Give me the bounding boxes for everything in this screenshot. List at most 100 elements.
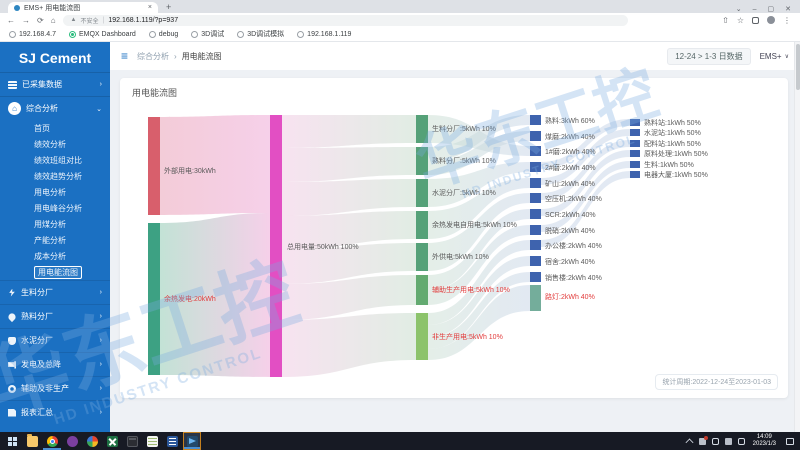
sankey-node-辅助生产用电[interactable] xyxy=(416,275,428,305)
sidebar-subitem-8[interactable]: 成本分析 xyxy=(0,248,110,264)
ems-app-icon[interactable] xyxy=(183,432,201,450)
sankey-node-2#磨[interactable] xyxy=(530,162,541,172)
hamburger-menu-icon[interactable]: ≡ xyxy=(121,49,128,63)
file-explorer-icon[interactable] xyxy=(23,432,41,450)
sankey-node-办公楼[interactable] xyxy=(530,240,541,250)
breadcrumb-parent[interactable]: 综合分析 xyxy=(137,51,169,62)
notepad-icon[interactable] xyxy=(143,432,161,450)
excel-icon[interactable] xyxy=(103,432,121,450)
url-text[interactable]: 192.168.1.119/?p=937 xyxy=(108,17,178,24)
tray-chat-icon[interactable] xyxy=(712,438,719,445)
sankey-node-外供电[interactable] xyxy=(416,243,428,271)
chrome-icon[interactable] xyxy=(43,432,61,450)
security-label[interactable]: 不安全 xyxy=(81,16,99,25)
bookmark-item[interactable]: 3D调试模拟 xyxy=(237,29,284,39)
sidebar-section-辅助及非生产[interactable]: 辅助及非生产› xyxy=(0,376,110,400)
sankey-node-总用电量[interactable] xyxy=(270,115,282,377)
sidebar-subitem-0[interactable]: 首页 xyxy=(0,120,110,136)
console-icon[interactable] xyxy=(123,432,141,450)
tab-search-icon[interactable] xyxy=(752,17,759,24)
bookmark-item[interactable]: 192.168.4.7 xyxy=(9,31,56,38)
sankey-node-水泥站[interactable] xyxy=(630,129,640,136)
window-maximize-icon[interactable]: ▢ xyxy=(768,5,775,13)
tab-close-icon[interactable]: × xyxy=(148,4,152,11)
tray-volume-icon[interactable] xyxy=(725,438,732,445)
sankey-node-电器大厦[interactable] xyxy=(630,171,640,178)
sidebar-item-collected-data[interactable]: 已采集数据 › xyxy=(0,72,110,96)
sankey-node-宿舍[interactable] xyxy=(530,256,541,266)
sidebar-subitem-1[interactable]: 绩效分析 xyxy=(0,136,110,152)
date-range-button[interactable]: 12-24 > 1-3 日数据 xyxy=(667,48,750,65)
sidebar-subitem-4[interactable]: 用电分析 xyxy=(0,184,110,200)
sidebar-section-水泥分厂[interactable]: 水泥分厂› xyxy=(0,328,110,352)
share-icon[interactable]: ⇧ xyxy=(722,16,729,25)
office-app-icon[interactable] xyxy=(163,432,181,450)
sankey-node-脱硝[interactable] xyxy=(530,225,541,235)
sankey-node-原料处理[interactable] xyxy=(630,150,640,157)
bookmark-item[interactable]: 3D调试 xyxy=(191,29,224,39)
start-icon[interactable] xyxy=(3,432,21,450)
sankey-node-非生产用电[interactable] xyxy=(416,313,428,360)
bookmark-item[interactable]: debug xyxy=(149,31,178,38)
browser-tab[interactable]: EMS+ 用电能流图 × xyxy=(8,2,158,13)
page-scrollbar[interactable] xyxy=(794,42,800,432)
bookmark-item[interactable]: 192.168.1.119 xyxy=(297,31,351,38)
sankey-node-生料分厂[interactable] xyxy=(416,115,428,143)
sankey-node-配料站[interactable] xyxy=(630,140,640,147)
window-restore-down-icon[interactable]: ⌄ xyxy=(736,5,742,13)
sankey-node-1#磨[interactable] xyxy=(530,146,541,156)
sankey-node-销售楼[interactable] xyxy=(530,272,541,282)
window-close-icon[interactable]: ✕ xyxy=(785,5,791,13)
sidebar-section-报表汇总[interactable]: 报表汇总› xyxy=(0,400,110,424)
sankey-node-空压机[interactable] xyxy=(530,193,541,203)
sankey-node-余热发电[interactable] xyxy=(148,223,160,375)
sankey-node-路灯[interactable] xyxy=(530,285,541,311)
bookmark-item[interactable]: EMQX Dashboard xyxy=(69,31,136,38)
sidebar-subitem-7[interactable]: 产能分析 xyxy=(0,232,110,248)
new-tab-button[interactable]: + xyxy=(166,2,171,12)
sidebar-section-熟料分厂[interactable]: 熟料分厂› xyxy=(0,304,110,328)
window-minimize-icon[interactable]: – xyxy=(753,6,757,13)
sankey-node-矿山[interactable] xyxy=(530,178,541,188)
sidebar-subitem-9[interactable]: 用电能流图 xyxy=(0,264,110,280)
bookmark-star-icon[interactable]: ☆ xyxy=(737,16,744,25)
tray-app-badge-icon[interactable] xyxy=(699,438,706,445)
sankey-flow-总用电量-to-水泥分厂[interactable] xyxy=(282,179,416,216)
reload-icon[interactable]: ⟳ xyxy=(37,16,44,25)
url-bar[interactable]: ▲ 不安全 | 192.168.1.119/?p=937 xyxy=(63,15,628,26)
sankey-node-熟料分厂[interactable] xyxy=(416,147,428,175)
sankey-flow-总用电量-to-非生产用电[interactable] xyxy=(282,313,416,377)
tray-network-icon[interactable] xyxy=(738,438,745,445)
sankey-node-熟料[interactable] xyxy=(530,115,541,125)
action-center-icon[interactable] xyxy=(786,438,794,445)
tray-expand-icon[interactable] xyxy=(685,439,693,447)
sankey-node-水泥分厂[interactable] xyxy=(416,179,428,207)
taskbar-clock[interactable]: 14:09 2023/1/3 xyxy=(753,434,776,449)
profile-avatar[interactable] xyxy=(767,16,775,24)
back-icon[interactable]: ← xyxy=(7,16,15,25)
browser-menu-icon[interactable]: ⋮ xyxy=(783,16,791,25)
sankey-node-煤磨[interactable] xyxy=(530,131,541,141)
sankey-flow-外部用电-to-总用电量[interactable] xyxy=(160,115,270,215)
sankey-node-SCR[interactable] xyxy=(530,209,541,219)
sankey-node-外部用电[interactable] xyxy=(148,117,160,215)
media-app-icon[interactable] xyxy=(63,432,81,450)
sankey-node-生料[interactable] xyxy=(630,161,640,168)
home-icon[interactable]: ⌂ xyxy=(51,16,56,25)
user-menu[interactable]: EMS+ ∨ xyxy=(760,52,789,61)
sankey-flow-总用电量-to-熟料分厂[interactable] xyxy=(282,147,416,182)
sidebar-subitem-6[interactable]: 用煤分析 xyxy=(0,216,110,232)
sidebar-section-发电及总降[interactable]: 发电及总降› xyxy=(0,352,110,376)
forward-icon[interactable]: → xyxy=(22,16,30,25)
pinwheel-app-icon[interactable] xyxy=(83,432,101,450)
sidebar-subitem-5[interactable]: 用电峰谷分析 xyxy=(0,200,110,216)
sankey-node-熟料站[interactable] xyxy=(630,119,640,126)
sidebar-item-comprehensive-analysis[interactable]: ⌂ 综合分析 ⌄ xyxy=(0,96,110,120)
sankey-node-余热发电自用电[interactable] xyxy=(416,211,428,239)
sankey-flow-余热发电-to-总用电量[interactable] xyxy=(160,213,270,377)
sankey-flow-总用电量-to-生料分厂[interactable] xyxy=(282,115,416,148)
sidebar-subitem-3[interactable]: 绩效趋势分析 xyxy=(0,168,110,184)
sidebar-section-生料分厂[interactable]: 生料分厂› xyxy=(0,280,110,304)
scrollbar-thumb[interactable] xyxy=(796,44,800,90)
sidebar-subitem-2[interactable]: 绩效班组对比 xyxy=(0,152,110,168)
